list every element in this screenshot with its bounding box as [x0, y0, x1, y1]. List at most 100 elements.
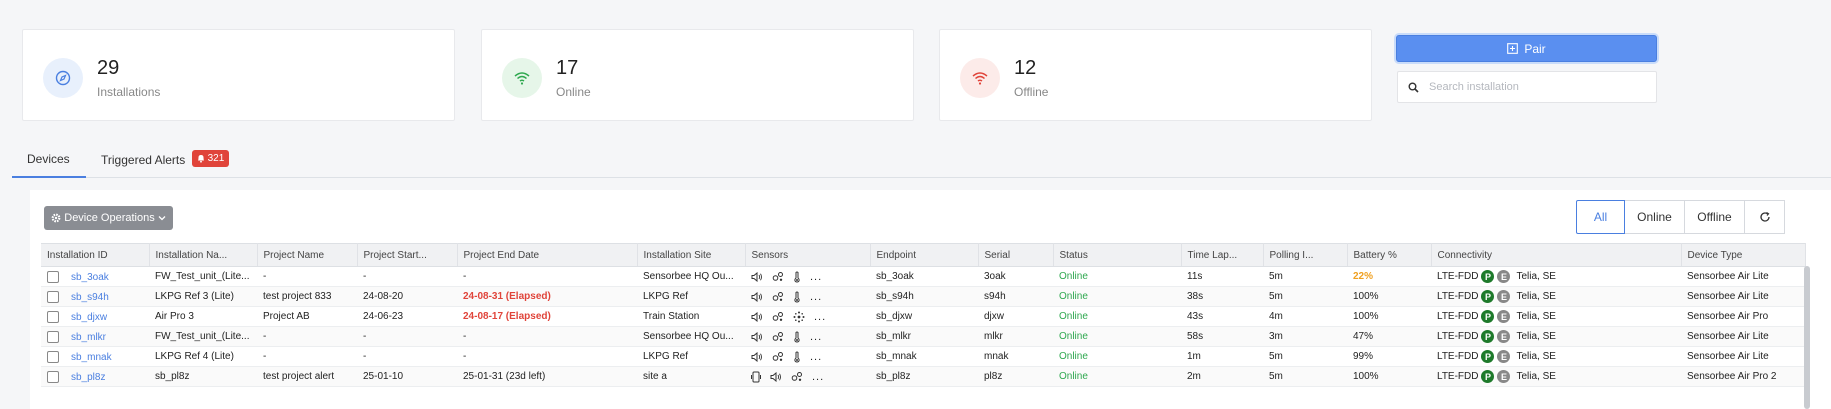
sensors-cell: ...: [745, 326, 870, 347]
row-checkbox[interactable]: [47, 290, 59, 303]
installation-id-link[interactable]: sb_s94h: [71, 292, 109, 303]
device-type-cell: Sensorbee Air Lite: [1681, 266, 1805, 287]
filter-online-button[interactable]: Online: [1625, 200, 1685, 234]
col-serial[interactable]: Serial: [978, 243, 1054, 267]
online-count: 17: [556, 57, 579, 79]
col-project-start[interactable]: Project Start...: [357, 243, 458, 267]
stat-card-online: 17 Online: [481, 29, 914, 121]
sound-sensor-icon: [751, 311, 763, 322]
devices-panel: Device Operations All Online Offline Ins…: [30, 190, 1831, 409]
table-scrollbar[interactable]: [1804, 266, 1810, 409]
battery-cell: 100%: [1347, 306, 1431, 327]
col-endpoint[interactable]: Endpoint: [870, 243, 979, 267]
network-type: LTE-FDD: [1437, 331, 1479, 342]
table-row[interactable]: sb_djxw Air Pro 3 Project AB 24-06-23 24…: [41, 306, 1805, 327]
col-project-name[interactable]: Project Name: [257, 243, 358, 267]
carrier-name: Telia, SE: [1516, 311, 1556, 322]
offline-count: 12: [1014, 57, 1037, 79]
status-cell: Online: [1053, 266, 1181, 287]
sound-sensor-icon: [751, 331, 763, 342]
stat-card-offline: 12 Offline: [939, 29, 1372, 121]
device-sensor-icon: [751, 371, 761, 383]
more-sensors-icon: ...: [810, 290, 823, 303]
status-cell: Online: [1053, 306, 1181, 327]
row-checkbox[interactable]: [47, 350, 59, 363]
table-row[interactable]: sb_mnak LKPG Ref 4 (Lite) - - - LKPG Ref…: [41, 346, 1805, 367]
status-cell: Online: [1053, 326, 1181, 347]
wifi-off-icon: [960, 58, 1000, 98]
installation-site-cell: LKPG Ref: [637, 286, 745, 307]
table-row[interactable]: sb_s94h LKPG Ref 3 (Lite) test project 8…: [41, 286, 1805, 307]
installation-site-cell: Train Station: [637, 306, 745, 327]
installation-id-link[interactable]: sb_mlkr: [71, 332, 106, 343]
temperature-sensor-icon: [793, 291, 801, 303]
network-type: LTE-FDD: [1437, 351, 1479, 362]
installation-site-cell: Sensorbee HQ Ou...: [637, 266, 745, 287]
temperature-sensor-icon: [793, 271, 801, 283]
installation-id-link[interactable]: sb_djxw: [71, 312, 107, 323]
sim-p-badge: P: [1481, 350, 1495, 363]
installation-site-cell: site a: [637, 366, 745, 387]
col-connectivity[interactable]: Connectivity: [1431, 243, 1682, 267]
row-checkbox[interactable]: [47, 270, 59, 283]
particle-sensor-icon: [793, 311, 805, 323]
table-header-row: Installation ID Installation Na... Proje…: [41, 243, 1806, 267]
endpoint-cell: sb_mnak: [870, 346, 978, 367]
connectivity-cell: LTE-FDD P E Telia, SE: [1431, 366, 1681, 387]
sensors-cell: ...: [745, 366, 870, 387]
row-checkbox[interactable]: [47, 370, 59, 383]
serial-cell: s94h: [978, 286, 1053, 307]
col-installation-id[interactable]: Installation ID: [41, 243, 150, 267]
col-status[interactable]: Status: [1053, 243, 1182, 267]
serial-cell: 3oak: [978, 266, 1053, 287]
installation-name-cell: sb_pl8z: [149, 366, 257, 387]
refresh-button[interactable]: [1745, 200, 1785, 234]
table-row[interactable]: sb_pl8z sb_pl8z test project alert 25-01…: [41, 366, 1805, 387]
project-name-cell: test project 833: [257, 286, 357, 307]
project-end-cell: 24-08-17 (Elapsed): [457, 306, 637, 327]
more-sensors-icon: ...: [812, 370, 825, 383]
project-end-cell: 24-08-31 (Elapsed): [457, 286, 637, 307]
installation-id-link[interactable]: sb_3oak: [71, 272, 109, 283]
col-installation-name[interactable]: Installation Na...: [149, 243, 258, 267]
table-row[interactable]: sb_3oak FW_Test_unit_(Lite... - - - Sens…: [41, 266, 1805, 287]
sim-e-badge: E: [1497, 270, 1511, 283]
more-sensors-icon: ...: [810, 350, 823, 363]
device-operations-label: Device Operations: [64, 212, 155, 224]
connectivity-cell: LTE-FDD P E Telia, SE: [1431, 286, 1681, 307]
device-operations-button[interactable]: Device Operations: [44, 206, 173, 230]
filter-all-button[interactable]: All: [1576, 200, 1625, 234]
col-installation-site[interactable]: Installation Site: [637, 243, 746, 267]
row-checkbox[interactable]: [47, 310, 59, 323]
installation-id-link[interactable]: sb_mnak: [71, 352, 112, 363]
sim-p-badge: P: [1481, 310, 1495, 323]
serial-cell: mlkr: [978, 326, 1053, 347]
alerts-count: 321: [207, 153, 225, 164]
col-time-lapse[interactable]: Time Lap...: [1181, 243, 1264, 267]
project-start-cell: -: [357, 326, 457, 347]
col-project-end[interactable]: Project End Date: [457, 243, 638, 267]
tab-bar: Devices Triggered Alerts 321: [12, 142, 1831, 178]
installation-id-link[interactable]: sb_pl8z: [71, 372, 105, 383]
row-checkbox[interactable]: [47, 330, 59, 343]
polling-interval-cell: 4m: [1263, 306, 1347, 327]
sim-e-badge: E: [1497, 310, 1511, 323]
search-input[interactable]: Search installation: [1397, 71, 1657, 103]
endpoint-cell: sb_pl8z: [870, 366, 978, 387]
endpoint-cell: sb_djxw: [870, 306, 978, 327]
sim-e-badge: E: [1497, 290, 1511, 303]
sound-sensor-icon: [751, 271, 763, 282]
filter-offline-button[interactable]: Offline: [1685, 200, 1745, 234]
tab-alerts-label: Triggered Alerts: [101, 153, 186, 167]
col-device-type[interactable]: Device Type: [1681, 243, 1806, 267]
carrier-name: Telia, SE: [1516, 291, 1556, 302]
tab-triggered-alerts[interactable]: Triggered Alerts 321: [101, 150, 230, 167]
installations-count: 29: [97, 57, 120, 79]
col-sensors[interactable]: Sensors: [745, 243, 871, 267]
polling-interval-cell: 5m: [1263, 346, 1347, 367]
pair-button[interactable]: Pair: [1396, 35, 1657, 62]
col-polling-interval[interactable]: Polling I...: [1263, 243, 1348, 267]
col-battery[interactable]: Battery %: [1347, 243, 1432, 267]
tab-devices[interactable]: Devices: [27, 152, 70, 166]
table-row[interactable]: sb_mlkr FW_Test_unit_(Lite... - - - Sens…: [41, 326, 1805, 347]
